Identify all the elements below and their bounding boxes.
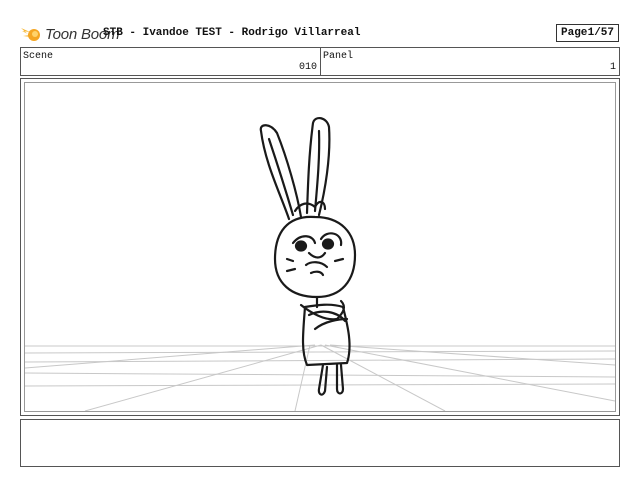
- panel-value: 1: [609, 62, 616, 73]
- rabbit-sketch-drawing: [25, 117, 615, 411]
- scene-cell: Scene 010: [21, 48, 321, 75]
- page-indicator: Page 1/57: [556, 24, 619, 42]
- panel-label: Panel: [323, 51, 354, 62]
- document-title: STB - Ivandoe TEST - Rodrigo Villarreal: [103, 27, 361, 39]
- panel-notes-box[interactable]: [20, 419, 620, 467]
- storyboard-panel-image: [24, 82, 616, 412]
- scene-panel-row: Scene 010 Panel 1: [20, 47, 620, 76]
- panel-cell: Panel 1: [321, 48, 619, 75]
- page-label: Page: [561, 27, 588, 39]
- scene-label: Scene: [23, 51, 54, 62]
- toon-boom-comet-icon: [21, 28, 40, 41]
- scene-value: 010: [298, 62, 317, 73]
- page-number: 1/57: [587, 27, 614, 39]
